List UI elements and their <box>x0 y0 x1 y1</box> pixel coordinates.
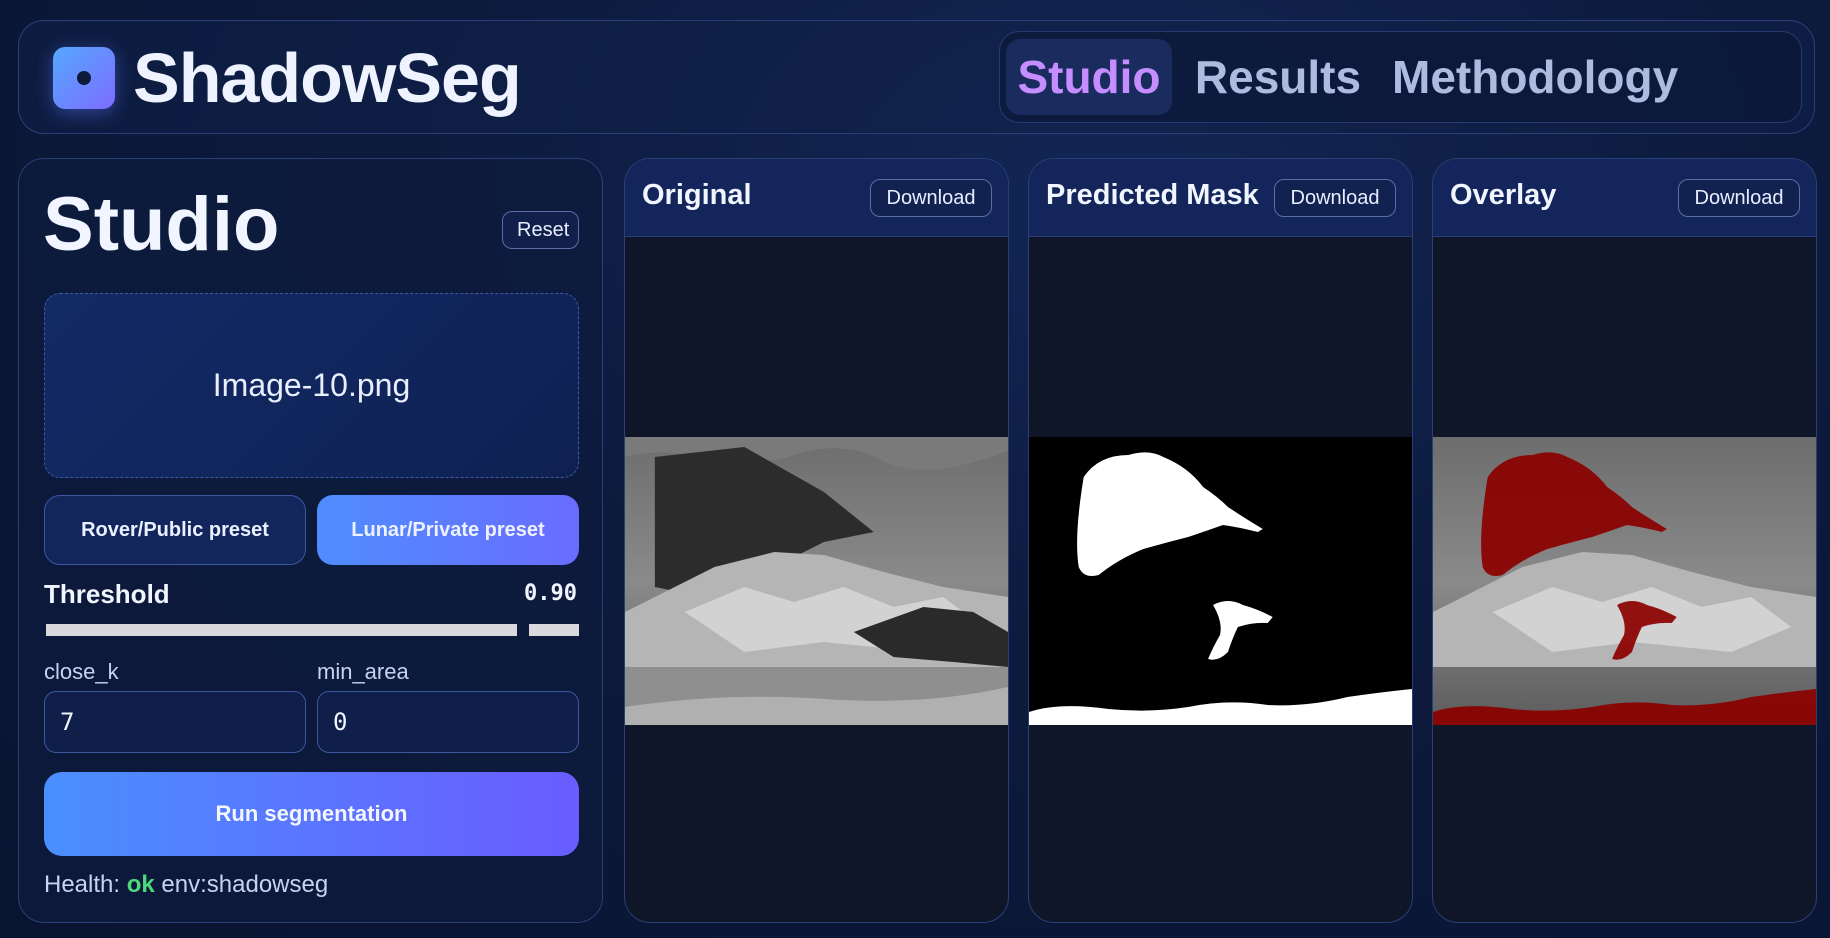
mask-title: Predicted Mask <box>1046 179 1259 211</box>
min-area-input[interactable]: 0 <box>317 691 579 753</box>
tab-methodology[interactable]: Methodology <box>1392 39 1678 115</box>
file-dropzone[interactable]: Image-10.png <box>44 293 579 478</box>
threshold-slider[interactable] <box>46 624 579 636</box>
slider-thumb[interactable] <box>517 620 529 640</box>
tab-results[interactable]: Results <box>1188 39 1368 115</box>
health-env: env:shadowseg <box>161 871 329 898</box>
mask-header: Predicted Mask Download <box>1029 159 1412 237</box>
studio-title: Studio <box>43 182 280 267</box>
mask-download-button[interactable]: Download <box>1274 179 1396 217</box>
original-image <box>625 437 1008 725</box>
close-k-label: close_k <box>44 659 119 684</box>
min-area-label: min_area <box>317 659 409 684</box>
original-download-button[interactable]: Download <box>870 179 992 217</box>
overlay-panel: Overlay Download <box>1432 158 1817 923</box>
original-header: Original Download <box>625 159 1008 237</box>
slider-rest <box>529 624 579 636</box>
mask-panel: Predicted Mask Download <box>1028 158 1413 923</box>
health-status: Health: ok env:shadowseg <box>44 871 328 899</box>
lunar-private-preset-button[interactable]: Lunar/Private preset <box>317 495 579 565</box>
top-bar: ShadowSeg Studio Results Methodology <box>18 20 1815 134</box>
studio-panel: Studio Reset Image-10.png Rover/Public p… <box>18 158 603 923</box>
health-ok: ok <box>126 871 155 898</box>
health-prefix: Health: <box>44 871 121 898</box>
overlay-image <box>1433 437 1816 725</box>
overlay-header: Overlay Download <box>1433 159 1816 237</box>
reset-button[interactable]: Reset <box>502 211 579 249</box>
overlay-title: Overlay <box>1450 179 1557 211</box>
overlay-download-button[interactable]: Download <box>1678 179 1800 217</box>
run-segmentation-button[interactable]: Run segmentation <box>44 772 579 856</box>
mask-image <box>1029 437 1412 725</box>
slider-fill <box>46 624 517 636</box>
logo-icon <box>53 47 115 109</box>
original-title: Original <box>642 179 752 211</box>
rover-public-preset-button[interactable]: Rover/Public preset <box>44 495 306 565</box>
nav-tabs: Studio Results Methodology <box>999 31 1802 123</box>
app-title: ShadowSeg <box>133 39 522 117</box>
threshold-label: Threshold <box>44 579 170 609</box>
tab-studio[interactable]: Studio <box>1006 39 1172 115</box>
file-name: Image-10.png <box>212 367 411 403</box>
threshold-value: 0.90 <box>524 581 577 606</box>
close-k-input[interactable]: 7 <box>44 691 306 753</box>
original-panel: Original Download <box>624 158 1009 923</box>
logo-dot <box>77 71 91 85</box>
